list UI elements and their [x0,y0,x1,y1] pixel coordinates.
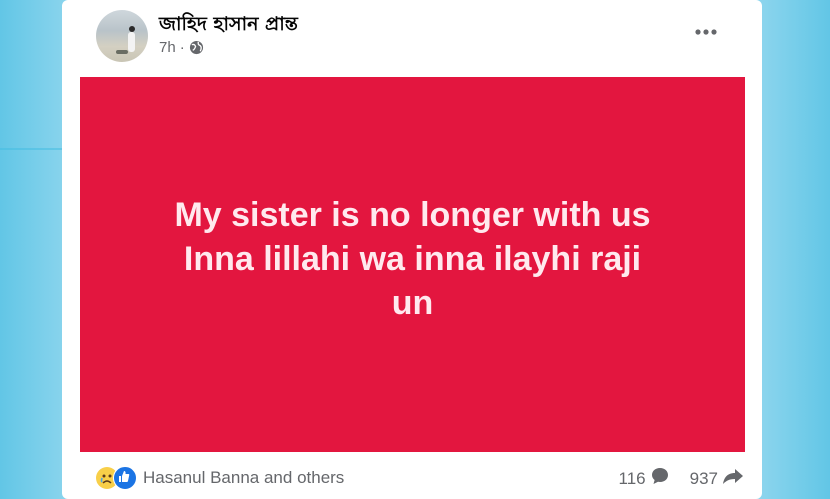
reactors-text[interactable]: Hasanul Banna and others [143,468,344,488]
post-footer: Hasanul Banna and others 116 937 [62,452,762,499]
author-name[interactable]: জাহিদ হাসান প্রান্ত [159,10,298,42]
message-line: My sister is no longer with us [174,196,651,234]
post-time[interactable]: 7h [159,39,176,56]
more-options-icon[interactable] [692,22,720,42]
post-content: My sister is no longer with us Inna lill… [80,77,745,452]
globe-icon [189,40,204,55]
comment-icon[interactable] [650,466,670,491]
message-line: un [391,284,434,322]
like-icon [113,466,137,490]
avatar[interactable] [96,10,148,62]
share-icon[interactable] [722,466,744,491]
comment-count[interactable]: 116 [619,469,646,489]
post-card: জাহিদ হাসান প্রান্ত 7h · My sister is no… [62,0,762,499]
meta-separator: · [179,39,185,56]
post-message: My sister is no longer with us Inna lill… [80,193,745,325]
share-count[interactable]: 937 [690,469,718,489]
post-meta: 7h · [159,39,204,56]
message-line: Inna lillahi wa inna ilayhi raji [183,240,642,278]
reactions-summary[interactable]: Hasanul Banna and others [96,466,344,490]
post-stats: 116 937 [619,466,744,491]
post-header: জাহিদ হাসান প্রান্ত 7h · [62,0,762,75]
